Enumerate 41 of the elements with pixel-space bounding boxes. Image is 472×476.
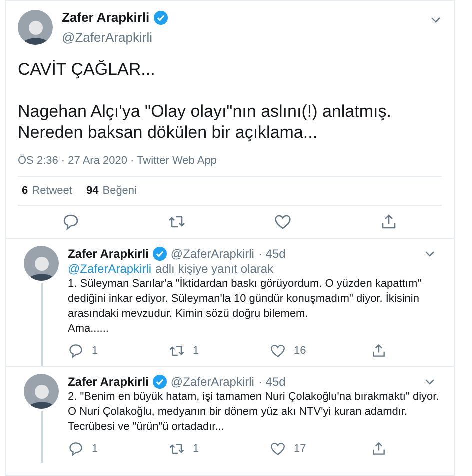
author-name[interactable]: Zafer Arapkirli	[68, 374, 149, 390]
speech-bubble-icon[interactable]	[68, 343, 84, 360]
speech-bubble-icon[interactable]	[62, 213, 80, 231]
thread-line	[40, 410, 42, 463]
tweet-text: Nagehan Alçı'ya "Olay olayı"nın aslını(!) anlatmış. Nereden baksan dökülen bir açıklama...	[18, 101, 392, 143]
speech-bubble-icon[interactable]	[68, 440, 84, 457]
avatar[interactable]	[18, 10, 53, 45]
post-time[interactable]: · 45d	[258, 246, 286, 262]
author-handle[interactable]: @ZaferArapkirli	[62, 28, 421, 47]
tweet-timestamp[interactable]: ÖS 2:36 · 27 Ara 2020 · Twitter Web App	[18, 153, 442, 176]
heart-icon[interactable]	[274, 213, 292, 231]
author-handle[interactable]: @ZaferArapkirli	[170, 246, 254, 262]
tweet-title: CAVİT ÇAĞLAR...	[18, 59, 156, 81]
retweet-count: 1	[193, 442, 200, 456]
author-name[interactable]: Zafer Arapkirli	[62, 8, 150, 28]
reply-text: 2. "Benim en büyük hatam, işi tamamen Nuri Çolakoğlu'na bırakmaktı" diyor. O Nuri Çolakoğlu, medyanın bir dönem yüz akı NTV'yi kuran adamdır. Tecrübesi ve "ürün"ü ortadadır...	[68, 390, 440, 434]
reply-text: 1. Süleyman Sarılar'a "İktidardan baskı görüyordum. O yüzden kapattım" dediğini inkar ediyor. Süleyman'la 10 gündür konuşmadım" diyor. İkisinin arasındaki mevzudur. Kimin sözü doğru bilemem. Ama......	[68, 277, 423, 337]
post-time[interactable]: · 45d	[258, 374, 286, 390]
stat-count[interactable]: 94	[86, 182, 99, 199]
caret-icon[interactable]	[424, 250, 436, 258]
heart-icon[interactable]	[270, 440, 286, 457]
retweet-count: 1	[193, 344, 200, 359]
like-count: 17	[294, 442, 306, 456]
share-icon[interactable]	[380, 213, 398, 231]
reply-to-label: adlı kişiye yanıt olarak	[156, 262, 274, 277]
caret-icon[interactable]	[424, 378, 436, 386]
avatar[interactable]	[24, 374, 59, 408]
stat-count[interactable]: 6	[22, 182, 28, 199]
caret-icon[interactable]	[430, 16, 442, 24]
share-icon[interactable]	[371, 343, 387, 360]
like-count: 16	[294, 344, 306, 359]
avatar[interactable]	[24, 246, 59, 281]
stat-label[interactable]: Beğeni	[102, 182, 137, 199]
author-handle[interactable]: @ZaferArapkirli	[170, 374, 254, 390]
author-name[interactable]: Zafer Arapkirli	[68, 246, 149, 262]
heart-icon[interactable]	[270, 343, 286, 360]
reply-to-link[interactable]: @ZaferArapkirli	[68, 262, 152, 277]
reply-count: 1	[92, 442, 98, 456]
reply-count: 1	[92, 344, 98, 359]
stat-label[interactable]: Retweet	[32, 182, 72, 199]
share-icon[interactable]	[371, 440, 387, 457]
